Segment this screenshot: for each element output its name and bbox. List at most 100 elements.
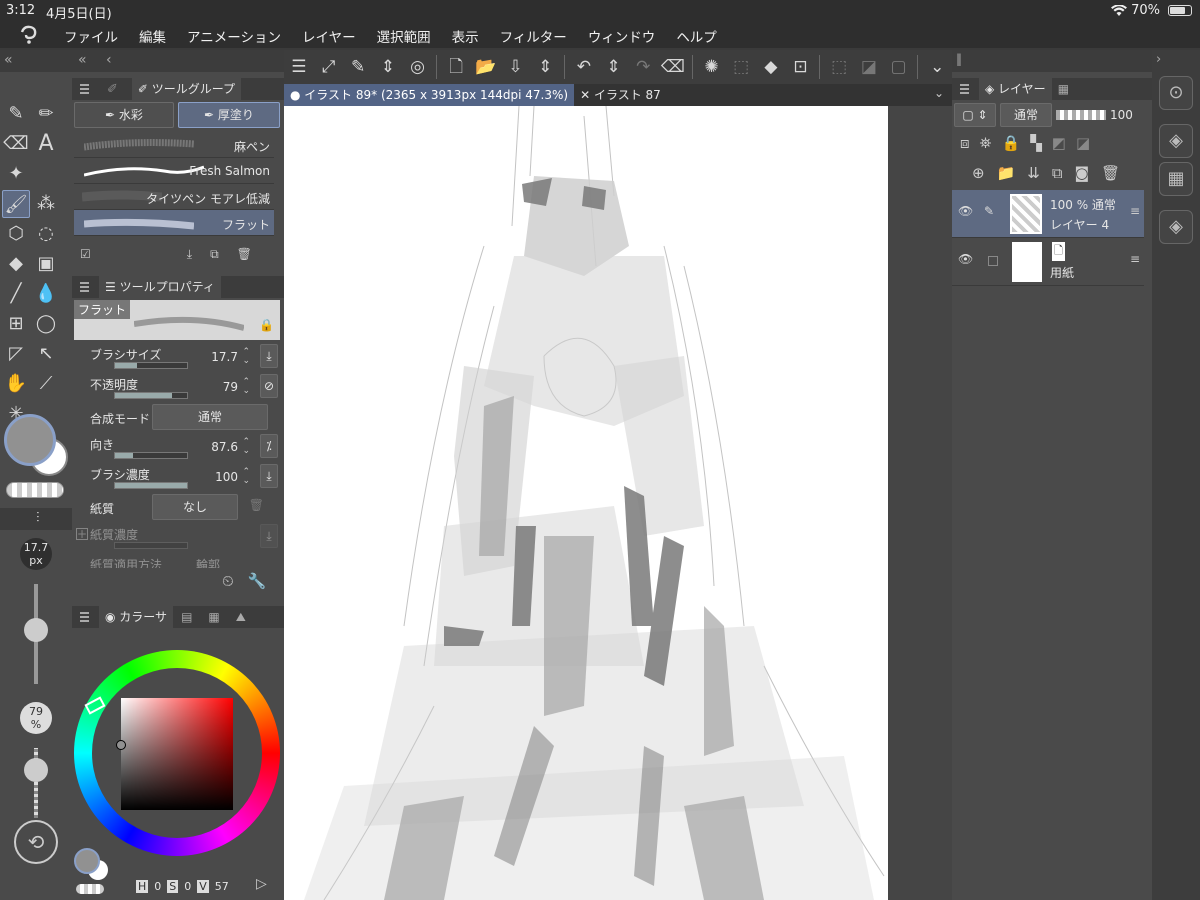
import-subtool-icon[interactable]: ⤓ bbox=[187, 247, 192, 262]
menu-selection[interactable]: 選択範囲 bbox=[377, 26, 431, 46]
tab-canvas[interactable]: ✕ イラスト 87 bbox=[574, 84, 667, 106]
layer-mask-icon[interactable]: ◙ bbox=[1075, 164, 1090, 182]
collapse-double-icon[interactable]: « bbox=[78, 52, 87, 68]
frame-icon[interactable]: ⊞ bbox=[2, 310, 30, 338]
chevron-down-icon[interactable]: ⌄ bbox=[922, 50, 952, 84]
tab-color-wheel[interactable]: ◉ カラーサ bbox=[99, 606, 174, 628]
clip-icon[interactable]: ⧈ bbox=[960, 134, 970, 152]
sv-cursor[interactable] bbox=[116, 740, 126, 750]
eyedropper-icon[interactable]: ⟋ bbox=[32, 370, 60, 398]
lock-icon[interactable]: 🔒 bbox=[1002, 134, 1021, 152]
menu-animation[interactable]: アニメーション bbox=[187, 26, 281, 46]
layer-property-tab-icon[interactable]: ▦ bbox=[1058, 82, 1069, 96]
modifier-key-icon[interactable]: ⟲ bbox=[14, 820, 58, 864]
fit-screen-icon[interactable]: ⤢ bbox=[314, 50, 344, 84]
size-slider-thumb[interactable] bbox=[24, 618, 48, 642]
lock-transparent-icon[interactable]: ▚ bbox=[1030, 134, 1042, 152]
clear-eraser-icon[interactable]: ⌫ bbox=[658, 50, 688, 84]
direction-slider[interactable] bbox=[114, 452, 188, 459]
panel-grip-icon[interactable] bbox=[960, 84, 969, 94]
stepper-icon[interactable]: ⌃ ⌄ bbox=[242, 468, 250, 486]
menu-view[interactable]: 表示 bbox=[452, 26, 479, 46]
pressure-icon[interactable]: ⤓ bbox=[260, 344, 278, 368]
move-operation-icon[interactable]: ↖ bbox=[32, 340, 60, 368]
material-dock-icon[interactable]: ◈ bbox=[1159, 210, 1193, 244]
new-folder-icon[interactable]: 📁 bbox=[997, 164, 1016, 182]
chevron-left-icon[interactable]: ‹ bbox=[106, 52, 112, 68]
invert-selection-icon[interactable]: ◪ bbox=[854, 50, 884, 84]
brush-item[interactable]: Fresh Salmon bbox=[74, 158, 274, 184]
layer-checkbox[interactable] bbox=[988, 256, 998, 266]
menu-filter[interactable]: フィルター bbox=[500, 26, 567, 46]
group-impasto-button[interactable]: ✒ 厚塗り bbox=[178, 102, 280, 128]
canvas-paper[interactable] bbox=[284, 106, 888, 900]
expand-icon[interactable]: + bbox=[76, 528, 88, 540]
mask-apply-icon[interactable]: ◪ bbox=[1076, 134, 1090, 152]
main-color-swatch[interactable] bbox=[4, 414, 56, 466]
undo-icon[interactable]: ↶ bbox=[569, 50, 599, 84]
brush-item-selected[interactable]: フラット bbox=[74, 210, 274, 236]
stepper-icon[interactable]: ⌃ ⌄ bbox=[242, 348, 250, 366]
collapse-left-icon[interactable]: « bbox=[4, 52, 13, 68]
layer-opacity-value[interactable]: 100 bbox=[1110, 108, 1133, 122]
density-slider[interactable] bbox=[114, 482, 188, 489]
eraser-icon[interactable]: ⌫ bbox=[2, 130, 30, 158]
brush-group-icon[interactable]: ✐ bbox=[107, 82, 118, 97]
lock-icon[interactable]: 🔒 bbox=[259, 318, 274, 332]
airbrush-icon[interactable]: ⁂ bbox=[32, 190, 60, 218]
blend-drops-icon[interactable]: 💧 bbox=[32, 280, 60, 308]
deselect-icon[interactable]: ⬚ bbox=[824, 50, 854, 84]
layers-dock-icon[interactable]: ◈ bbox=[1159, 124, 1193, 158]
pressure-icon[interactable]: ⤓ bbox=[260, 464, 278, 488]
timeline-dock-icon[interactable]: ▦ bbox=[1159, 162, 1193, 196]
tab-toolproperty[interactable]: ☰ ツールプロパティ bbox=[99, 276, 221, 298]
fill-icon[interactable]: ◆ bbox=[756, 50, 786, 84]
menu-window[interactable]: ウィンドウ bbox=[588, 26, 656, 46]
sv-square[interactable] bbox=[121, 698, 233, 810]
eye-icon[interactable]: 👁 bbox=[958, 204, 973, 218]
opacity-slider[interactable] bbox=[114, 392, 188, 399]
app-logo-icon[interactable] bbox=[18, 24, 40, 46]
transform-icon[interactable]: ⊡ bbox=[786, 50, 816, 84]
up-down-icon[interactable]: ⇕ bbox=[530, 50, 560, 84]
blend-mode-select[interactable]: 通常 bbox=[152, 404, 268, 430]
color-set-tab-icon[interactable]: ▦ bbox=[208, 610, 219, 624]
save-icon[interactable]: ⇩ bbox=[501, 50, 531, 84]
menu-file[interactable]: ファイル bbox=[64, 26, 118, 46]
mini-transparent[interactable] bbox=[76, 884, 104, 894]
transparent-color-swatch[interactable] bbox=[6, 482, 64, 498]
color-slider-tab-icon[interactable]: ▤ bbox=[181, 610, 192, 624]
tab-canvas-active[interactable]: ● イラスト 89* (2365 x 3913px 144dpi 47.3%) bbox=[284, 84, 575, 106]
chevron-right-icon[interactable]: › bbox=[1156, 52, 1161, 67]
panel-grip-icon[interactable] bbox=[80, 612, 89, 622]
gradient-icon[interactable]: ▣ bbox=[32, 250, 60, 278]
ruler-icon[interactable]: ◸ bbox=[2, 340, 30, 368]
navigator-icon[interactable]: ⊙ bbox=[1159, 76, 1193, 110]
layer-menu-icon[interactable]: ≡ bbox=[1130, 204, 1140, 218]
canvas-area[interactable] bbox=[284, 106, 952, 900]
brush-size-slider[interactable] bbox=[114, 362, 188, 369]
panel-grip-icon[interactable] bbox=[80, 84, 89, 94]
brush-item[interactable]: 麻ペン bbox=[74, 132, 274, 158]
delete-texture-icon[interactable]: 🗑 bbox=[249, 498, 264, 512]
tilt-icon[interactable]: ⁒ bbox=[260, 434, 278, 458]
texture-select[interactable]: なし bbox=[152, 494, 238, 520]
mini-main-color[interactable] bbox=[74, 848, 100, 874]
prop-value[interactable]: 79 bbox=[223, 380, 238, 394]
stepper-icon[interactable]: ⌃ ⌄ bbox=[242, 378, 250, 396]
menu-help[interactable]: ヘルプ bbox=[676, 26, 717, 46]
loading-spinner-icon[interactable]: ✺ bbox=[697, 50, 727, 84]
wrench-icon[interactable]: 🔧 bbox=[248, 572, 267, 590]
layer-item[interactable]: 👁 🗋 用紙 ≡ bbox=[952, 238, 1144, 286]
close-icon[interactable]: ✕ bbox=[580, 88, 594, 102]
reset-icon[interactable]: ⏲ bbox=[222, 572, 234, 590]
layer-color-select[interactable]: ▢ ⇕ bbox=[954, 103, 996, 127]
hand-icon[interactable]: ✋ bbox=[2, 370, 30, 398]
menu-hamburger-icon[interactable]: ☰ bbox=[284, 50, 314, 84]
layer-opacity-slider[interactable] bbox=[1056, 110, 1106, 120]
stepper-icon[interactable]: ⌃ ⌄ bbox=[242, 438, 250, 456]
pen-icon[interactable]: ✎ bbox=[2, 100, 30, 128]
tabs-chevron-down-icon[interactable]: ⌄ bbox=[934, 86, 944, 100]
tab-toolgroup[interactable]: ✐ ツールグループ bbox=[131, 78, 242, 100]
text-icon[interactable]: A bbox=[32, 130, 60, 158]
